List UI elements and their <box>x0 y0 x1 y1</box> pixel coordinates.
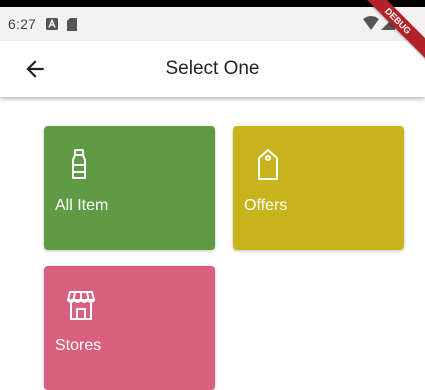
status-bar: 6:27 <box>0 7 425 41</box>
tile-label: All Item <box>55 197 109 214</box>
tile-label: Offers <box>244 197 288 214</box>
tile-stores[interactable]: Stores <box>44 266 215 390</box>
a-icon <box>46 18 59 30</box>
store-icon <box>66 288 95 322</box>
notification-icons <box>46 17 78 31</box>
app-bar: Select One <box>0 41 425 97</box>
tile-label: Stores <box>55 337 102 354</box>
tag-icon <box>255 148 283 182</box>
top-edge <box>0 0 425 7</box>
bottle-icon <box>66 148 94 182</box>
tile-all-item[interactable]: All Item <box>44 126 215 250</box>
tile-offers[interactable]: Offers <box>233 126 404 250</box>
status-time: 6:27 <box>8 16 37 32</box>
wifi-icon <box>363 16 379 30</box>
page-title: Select One <box>165 58 260 79</box>
sim-card-icon <box>67 17 78 31</box>
